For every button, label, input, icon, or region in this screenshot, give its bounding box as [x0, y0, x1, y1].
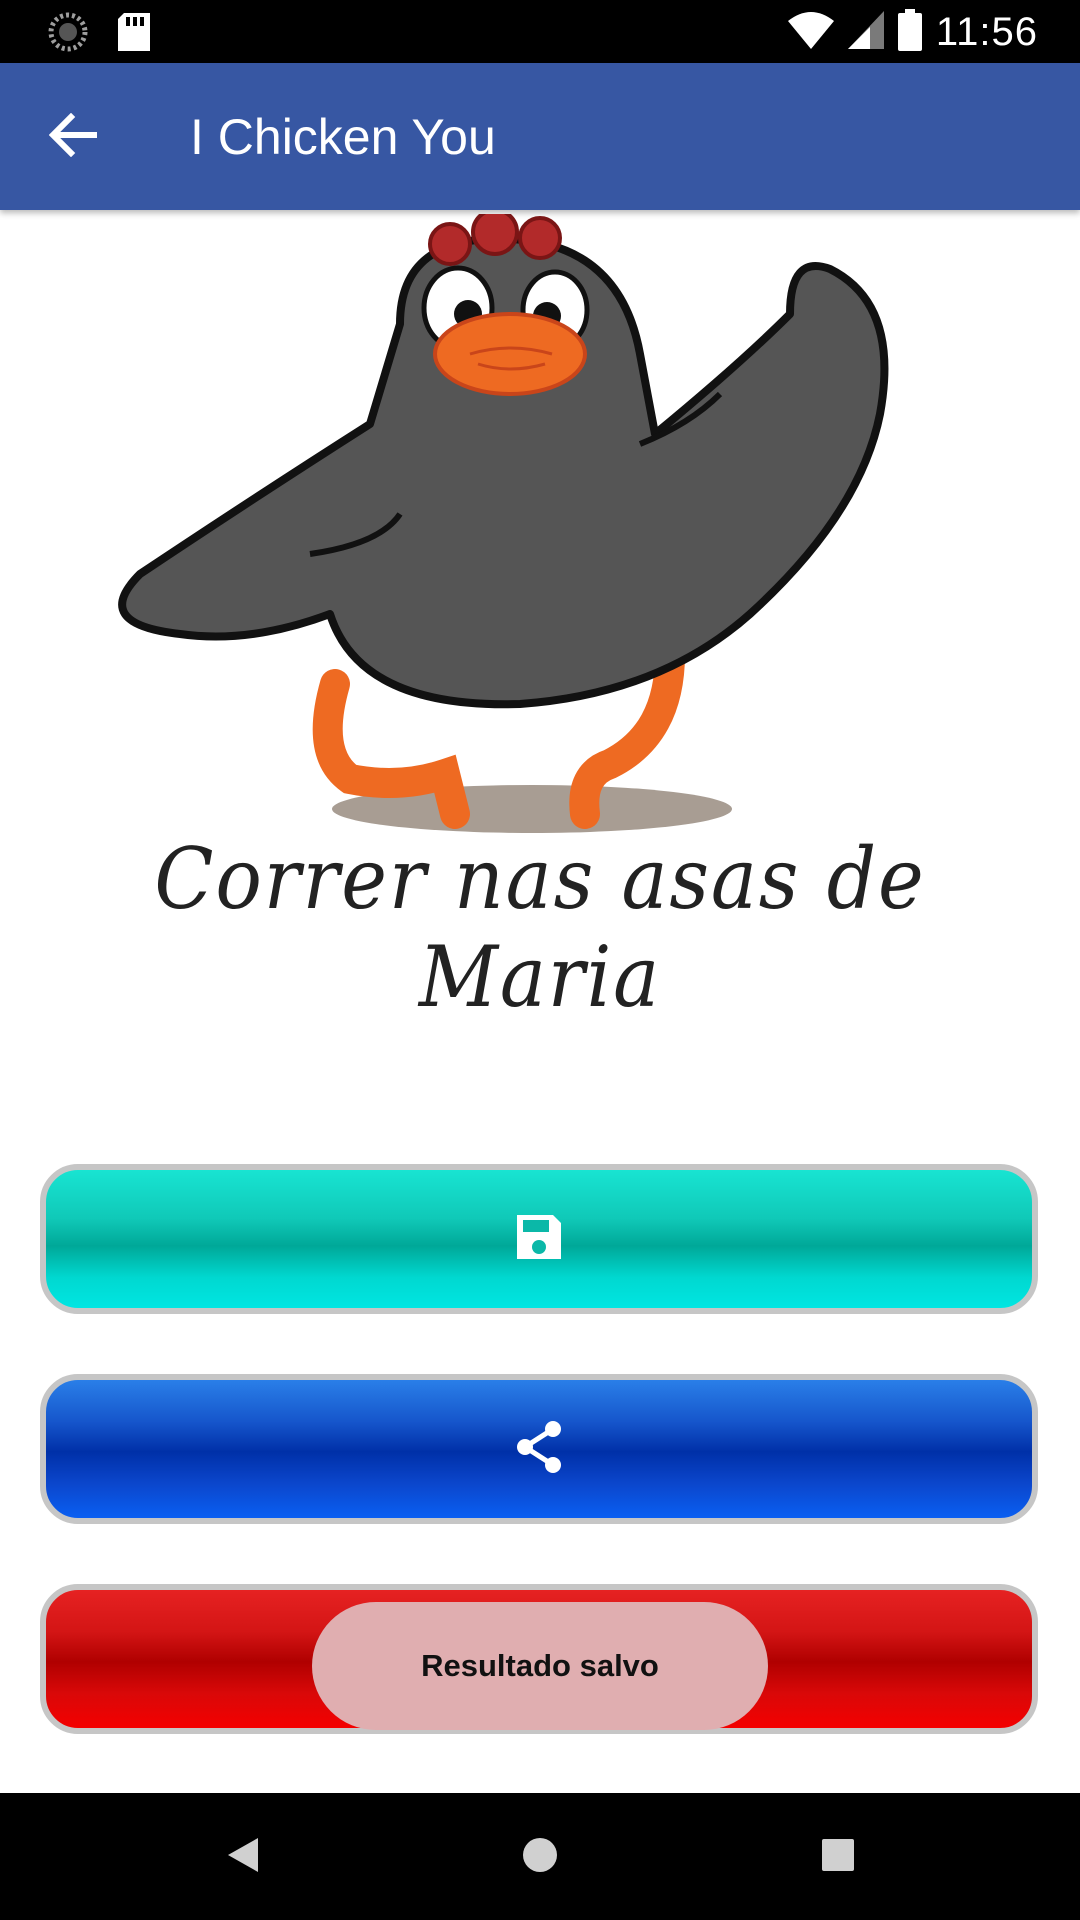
chicken-illustration [100, 208, 900, 844]
home-circle-icon [520, 1835, 560, 1879]
system-nav-bar [0, 1793, 1080, 1920]
app-bar: I Chicken You [0, 63, 1080, 210]
phrase-caption: Correr nas asas de Maria [154, 830, 926, 1026]
status-bar: 11:56 [0, 0, 1080, 63]
back-button[interactable] [40, 107, 106, 167]
loading-icon [48, 12, 88, 56]
signal-icon [847, 11, 884, 53]
wifi-icon [787, 11, 834, 53]
save-button[interactable] [40, 1164, 1038, 1314]
recents-square-icon [820, 1837, 856, 1877]
status-time: 11:56 [935, 9, 1038, 54]
sd-card-icon [118, 13, 150, 55]
share-button[interactable] [40, 1374, 1038, 1524]
nav-back-button[interactable] [206, 1821, 278, 1893]
nav-recents-button[interactable] [802, 1821, 874, 1893]
battery-icon [897, 9, 922, 55]
toast-message: Resultado salvo [312, 1602, 768, 1730]
page-title: I Chicken You [190, 109, 496, 165]
nav-home-button[interactable] [504, 1821, 576, 1893]
share-icon [513, 1419, 565, 1479]
arrow-back-icon [48, 112, 98, 161]
back-triangle-icon [224, 1836, 260, 1878]
floppy-disk-icon [513, 1211, 565, 1267]
